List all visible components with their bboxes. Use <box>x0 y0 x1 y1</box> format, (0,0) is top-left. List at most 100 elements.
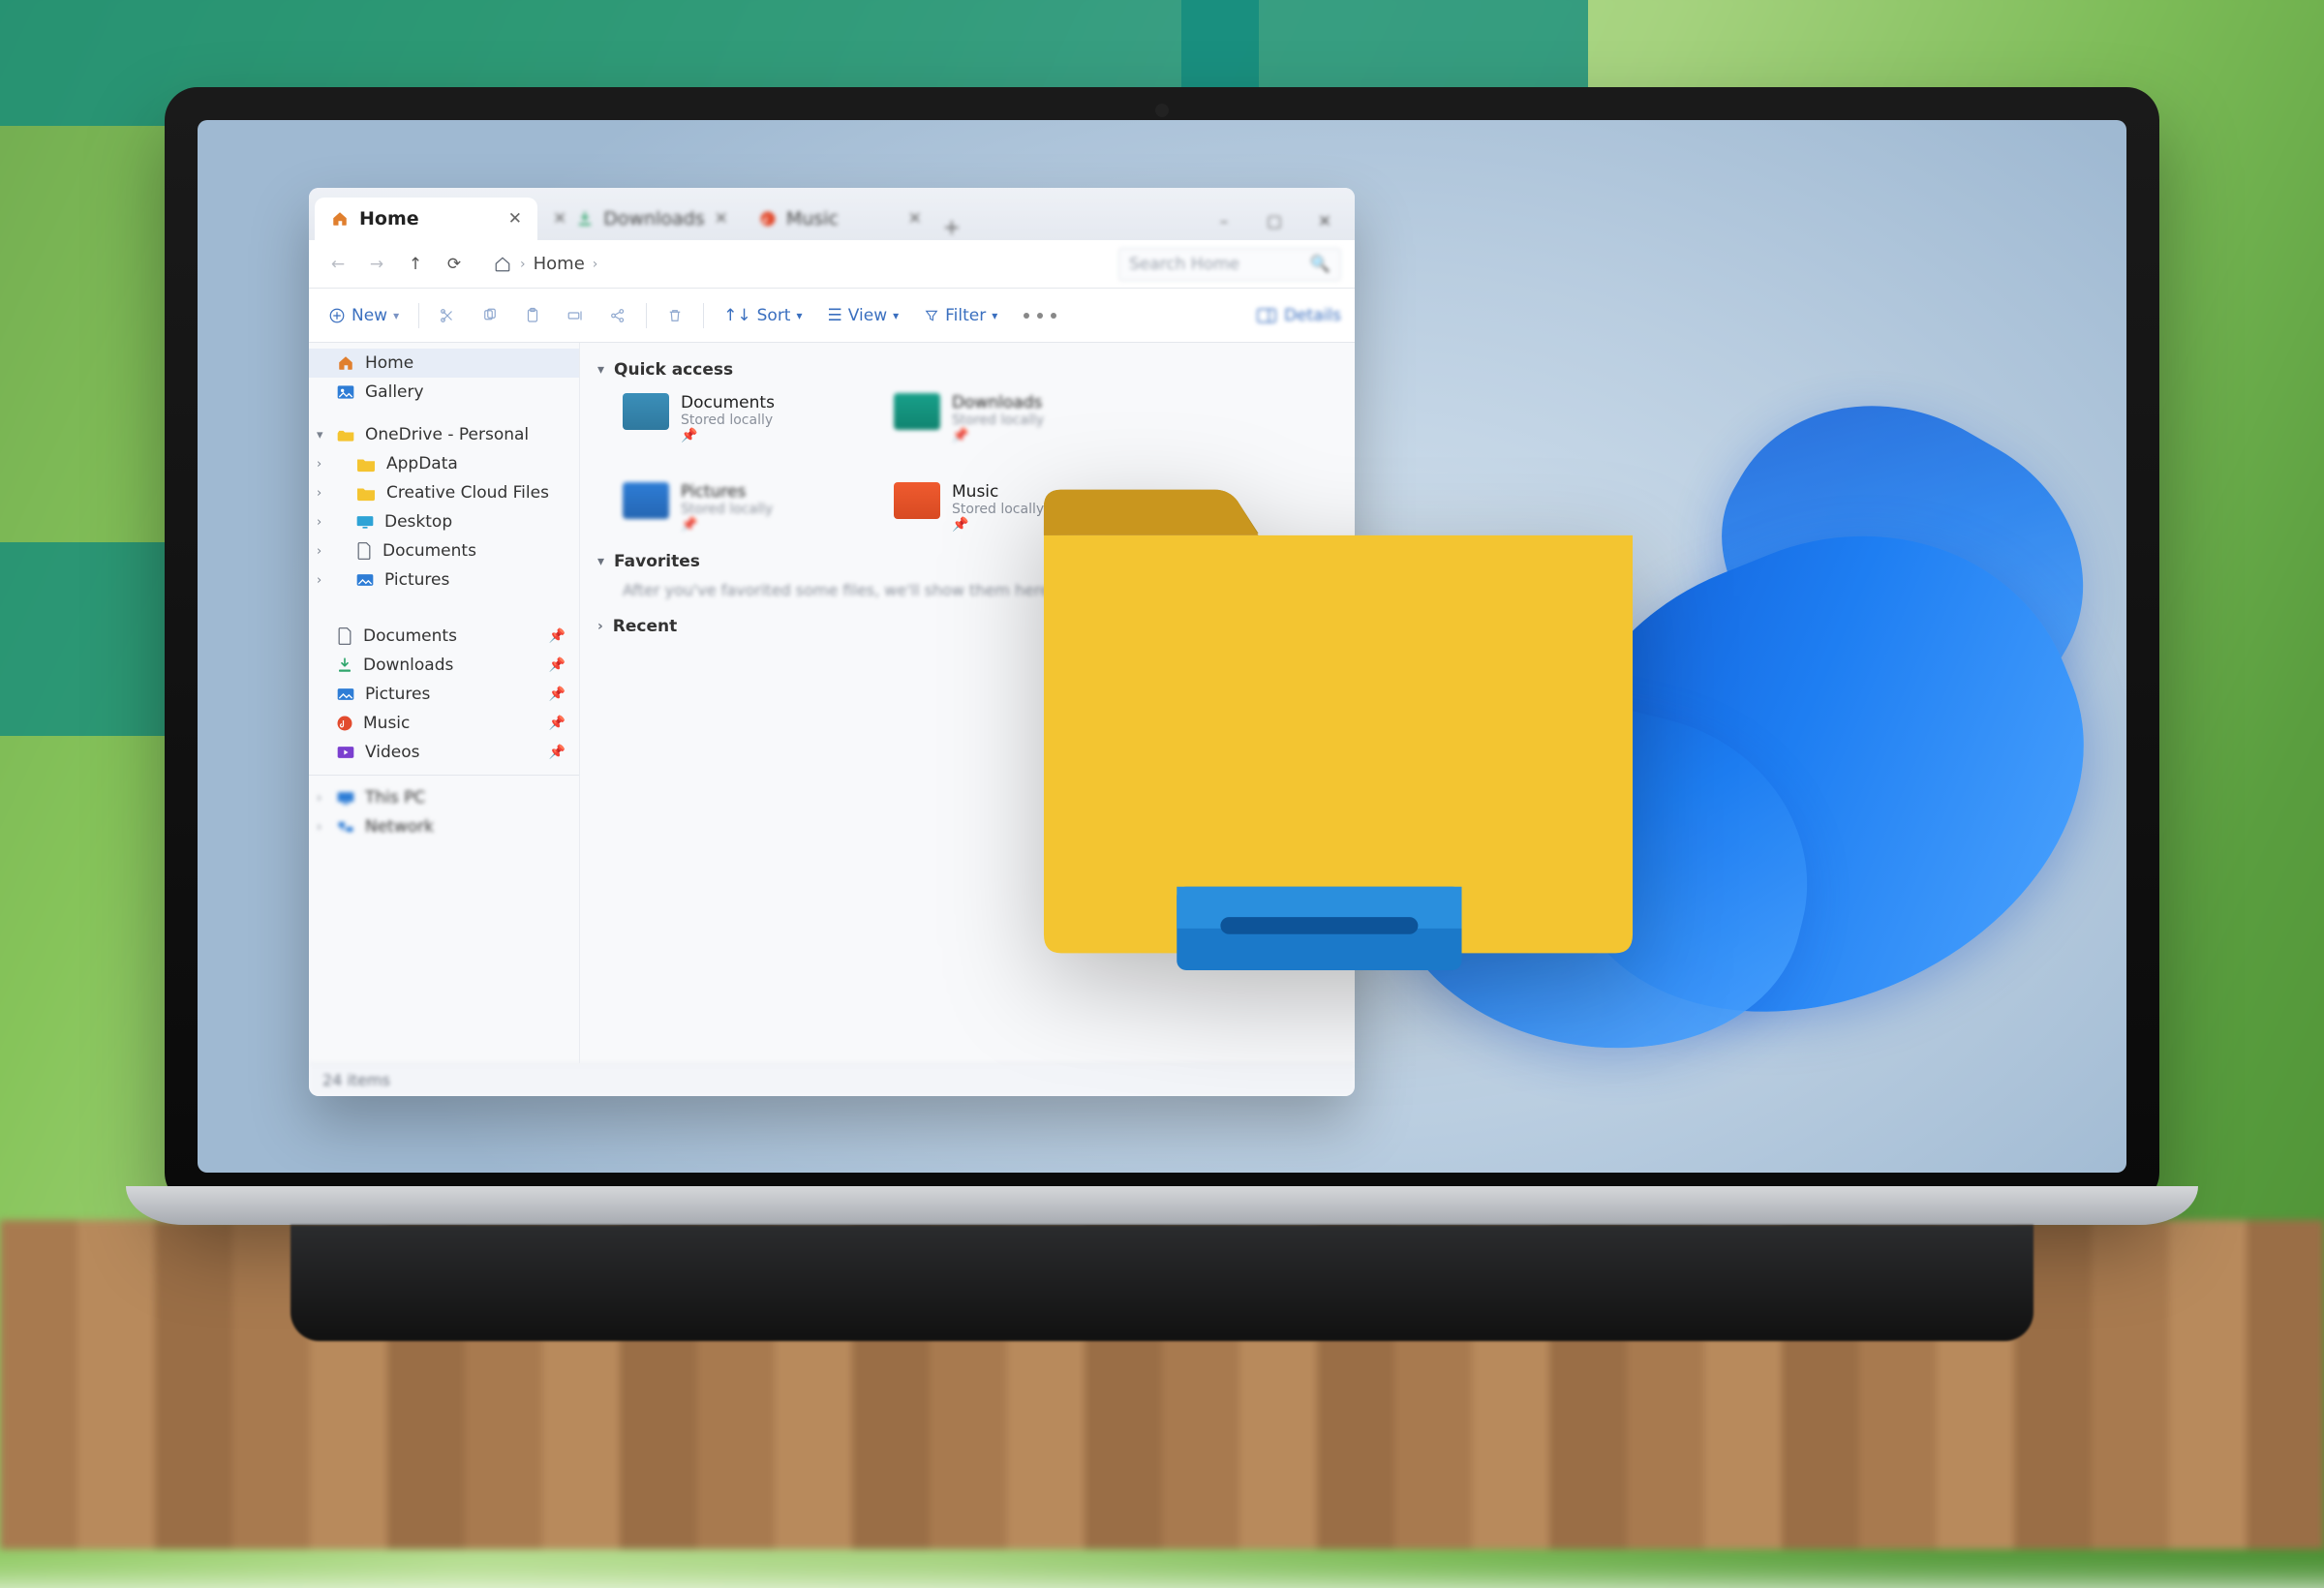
close-tab-icon[interactable]: ✕ <box>553 209 566 229</box>
sidebar-item-label: Gallery <box>365 382 424 402</box>
search-icon: 🔍 <box>1310 255 1330 274</box>
address-bar: ← → ↑ ⟳ › Home › Search Home 🔍 <box>309 240 1355 289</box>
sidebar-item-pictures[interactable]: › Pictures <box>309 565 579 595</box>
close-tab-icon[interactable]: ✕ <box>508 209 522 229</box>
chevron-right-icon: › <box>317 573 321 588</box>
breadcrumb[interactable]: › Home › <box>493 254 597 274</box>
new-tab-button[interactable]: + <box>937 216 966 240</box>
gallery-icon <box>336 383 355 401</box>
sidebar-item-onedrive[interactable]: ▾ OneDrive - Personal <box>309 420 579 449</box>
sidebar-item-desktop[interactable]: ›Desktop <box>309 507 579 536</box>
sidebar-item-network[interactable]: ›Network <box>309 812 579 841</box>
item-subtitle: Stored locally <box>952 502 1044 517</box>
tab-label: Downloads <box>603 208 704 229</box>
sidebar-item-videos-pinned[interactable]: Videos📌 <box>309 738 579 767</box>
share-button[interactable] <box>603 303 632 328</box>
button-label: View <box>848 306 887 325</box>
cut-icon <box>439 307 456 324</box>
sidebar-item-pictures-pinned[interactable]: Pictures📌 <box>309 680 579 709</box>
item-subtitle: Stored locally <box>681 412 775 428</box>
laptop: Home ✕ ✕ Downloads ✕ <box>126 87 2198 1501</box>
divider <box>703 303 704 328</box>
chevron-down-icon: ▾ <box>992 309 997 322</box>
plus-circle-icon <box>328 307 346 324</box>
sidebar-item-this-pc[interactable]: ›This PC <box>309 783 579 812</box>
chevron-right-icon: › <box>317 544 321 559</box>
copy-icon <box>481 307 499 324</box>
sidebar-item-home[interactable]: Home <box>309 349 579 378</box>
close-window-button[interactable]: ✕ <box>1300 203 1349 240</box>
quick-access-pictures[interactable]: PicturesStored locally📌 <box>623 482 855 533</box>
folder-thumb-icon <box>623 393 669 430</box>
cloud-folder-icon <box>336 427 355 443</box>
chevron-right-icon: › <box>317 486 321 501</box>
view-button[interactable]: ☰ View ▾ <box>822 302 905 329</box>
sidebar-item-documents-pinned[interactable]: Documents📌 <box>309 622 579 651</box>
pin-icon: 📌 <box>952 428 1044 443</box>
status-bar: 24 items <box>309 1063 1355 1096</box>
delete-button[interactable] <box>660 303 689 328</box>
folder-icon <box>355 455 377 473</box>
section-header[interactable]: ▾Quick access <box>590 356 1345 383</box>
button-label: Details <box>1284 306 1341 325</box>
chevron-right-icon: › <box>597 619 603 634</box>
camera-dot <box>1155 104 1169 117</box>
minimize-button[interactable]: – <box>1200 203 1248 240</box>
quick-access-downloads[interactable]: DownloadsStored locally📌 <box>894 393 1126 443</box>
sidebar-item-appdata[interactable]: ›AppData <box>309 449 579 478</box>
tab-downloads[interactable]: ✕ Downloads ✕ <box>537 198 744 240</box>
tab-label: Home <box>359 208 419 229</box>
section-title: Favorites <box>614 552 700 571</box>
documents-icon <box>336 626 353 646</box>
music-icon <box>336 715 353 732</box>
sidebar-item-label: Pictures <box>384 570 449 590</box>
paste-button[interactable] <box>518 303 547 328</box>
filter-button[interactable]: Filter ▾ <box>918 302 1003 329</box>
close-tab-icon[interactable]: ✕ <box>908 209 922 229</box>
more-button[interactable] <box>1017 309 1063 322</box>
nav-up-button[interactable]: ↑ <box>400 249 431 280</box>
details-pane-icon <box>1257 308 1276 323</box>
quick-access-documents[interactable]: DocumentsStored locally📌 <box>623 393 855 443</box>
copy-button[interactable] <box>475 303 505 328</box>
sidebar-item-gallery[interactable]: Gallery <box>309 378 579 407</box>
nav-refresh-button[interactable]: ⟳ <box>439 249 470 280</box>
rename-button[interactable] <box>561 303 590 328</box>
tab-home[interactable]: Home ✕ <box>315 198 537 240</box>
pin-icon: 📌 <box>549 687 566 702</box>
pictures-icon <box>336 687 355 702</box>
cut-button[interactable] <box>433 303 462 328</box>
sidebar-item-music-pinned[interactable]: Music📌 <box>309 709 579 738</box>
tab-label: Music <box>786 208 839 229</box>
sort-button[interactable]: ↑↓ Sort ▾ <box>718 302 808 329</box>
sidebar-item-documents[interactable]: › Documents <box>309 536 579 565</box>
nav-forward-button[interactable]: → <box>361 249 392 280</box>
search-input[interactable]: Search Home 🔍 <box>1118 248 1341 281</box>
music-icon <box>759 210 777 228</box>
pin-icon: 📌 <box>549 657 566 673</box>
divider <box>309 775 579 776</box>
pin-icon: 📌 <box>549 628 566 644</box>
home-icon <box>336 354 355 372</box>
nav-back-button[interactable]: ← <box>322 249 353 280</box>
sidebar-item-label: AppData <box>386 454 458 473</box>
new-button[interactable]: New ▾ <box>322 302 405 329</box>
details-pane-button[interactable]: Details <box>1257 306 1341 325</box>
item-title: Downloads <box>952 393 1044 412</box>
trash-icon <box>666 307 684 324</box>
close-tab-icon[interactable]: ✕ <box>715 209 728 229</box>
sidebar-item-creative-cloud[interactable]: ›Creative Cloud Files <box>309 478 579 507</box>
sidebar-item-label: OneDrive - Personal <box>365 425 529 444</box>
folder-thumb-icon <box>894 393 940 430</box>
paste-icon <box>524 307 541 324</box>
file-explorer-app-icon <box>1032 478 1644 972</box>
sidebar-item-downloads-pinned[interactable]: Downloads📌 <box>309 651 579 680</box>
item-subtitle: Stored locally <box>952 412 1044 428</box>
sidebar-item-label: Documents <box>382 541 476 561</box>
pin-icon: 📌 <box>681 428 775 443</box>
laptop-lid: Home ✕ ✕ Downloads ✕ <box>165 87 2159 1206</box>
home-icon <box>330 210 350 228</box>
folder-thumb-icon <box>623 482 669 519</box>
maximize-button[interactable]: ▢ <box>1250 203 1299 240</box>
tab-music[interactable]: Music ✕ <box>744 198 937 240</box>
